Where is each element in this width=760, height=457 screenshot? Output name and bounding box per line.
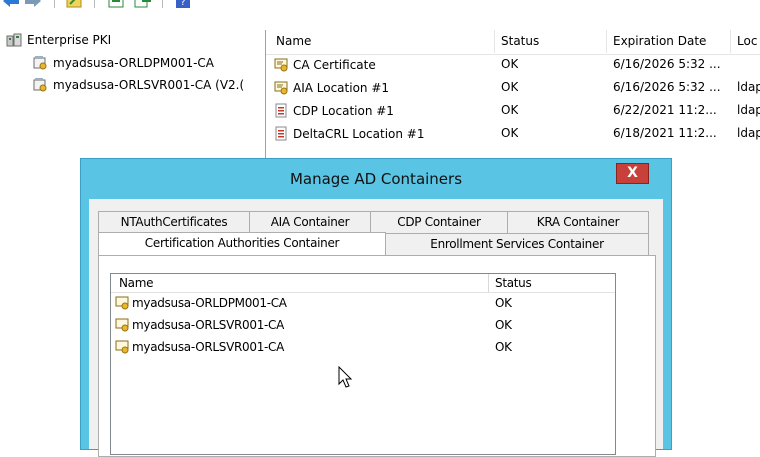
list-header: Name Status Expiration Date Loc: [266, 30, 760, 55]
cell-name: CA Certificate: [274, 57, 492, 72]
column-header-location[interactable]: Loc: [737, 34, 757, 48]
cell-expiration: 6/16/2026 5:32 ...: [613, 80, 721, 94]
list-row[interactable]: DeltaCRL Location #1 OK 6/18/2021 11:2..…: [266, 123, 760, 146]
export-icon[interactable]: [108, 0, 124, 8]
cell-expiration: 6/18/2021 11:2...: [613, 126, 717, 140]
cell-location: ldap: [737, 103, 760, 117]
tree-item-ca[interactable]: myadsusa-ORLDPM001-CA: [32, 55, 214, 71]
svg-text:?: ?: [180, 0, 185, 8]
toolbar: ?: [0, 0, 760, 22]
column-header-name[interactable]: Name: [119, 276, 154, 290]
toolbar-separator: [94, 0, 95, 8]
dialog-title: Manage AD Containers: [289, 170, 463, 188]
toolbar-separator: [54, 0, 55, 8]
tab-kra-container[interactable]: KRA Container: [507, 211, 649, 234]
tree-item-ca[interactable]: myadsusa-ORLSVR001-CA (V2.(: [32, 77, 244, 93]
row-name-text: myadsusa-ORLSVR001-CA: [132, 340, 285, 354]
certificate-icon: [274, 80, 289, 95]
tree-item-enterprise-pki[interactable]: Enterprise PKI: [6, 33, 111, 47]
ca-server-icon: [32, 77, 48, 93]
containers-list-row[interactable]: myadsusa-ORLSVR001-CA OK: [111, 338, 615, 360]
containers-list-header: Name Status: [111, 274, 615, 293]
tab-ntauthcertificates[interactable]: NTAuthCertificates: [98, 211, 250, 234]
row-name-text: myadsusa-ORLDPM001-CA: [132, 296, 287, 310]
help-icon[interactable]: ?: [176, 0, 190, 8]
ca-server-icon: [32, 55, 48, 71]
cell-name: CDP Location #1: [274, 103, 492, 118]
manage-ad-containers-dialog: Manage AD Containers X NTAuthCertificate…: [80, 158, 672, 457]
list-row[interactable]: CA Certificate OK 6/16/2026 5:32 ...: [266, 54, 760, 77]
containers-list[interactable]: Name Status myadsusa-ORLDPM001-CA OK mya…: [110, 273, 616, 455]
cell-name: myadsusa-ORLSVR001-CA: [115, 340, 284, 354]
cell-name: AIA Location #1: [274, 80, 492, 95]
tab-certification-authorities-container[interactable]: Certification Authorities Container: [98, 232, 386, 255]
toolbar-separator: [162, 0, 163, 8]
containers-list-row[interactable]: myadsusa-ORLDPM001-CA OK: [111, 294, 615, 316]
back-arrow-icon[interactable]: [2, 0, 20, 8]
tab-cdp-container[interactable]: CDP Container: [370, 211, 508, 234]
cell-status: OK: [501, 126, 519, 140]
column-header-name[interactable]: Name: [276, 34, 311, 48]
column-header-status[interactable]: Status: [501, 34, 539, 48]
column-divider[interactable]: [730, 30, 731, 53]
refresh-icon[interactable]: [134, 0, 152, 8]
tree-label: myadsusa-ORLDPM001-CA: [53, 56, 215, 70]
row-name-text: CA Certificate: [293, 57, 376, 72]
column-header-status[interactable]: Status: [495, 276, 532, 290]
properties-icon[interactable]: [66, 0, 82, 8]
cell-status: OK: [501, 57, 519, 71]
cell-status: OK: [495, 318, 512, 332]
cell-expiration: 6/16/2026 5:32 ...: [613, 57, 721, 71]
forward-arrow-icon[interactable]: [24, 0, 42, 8]
crl-icon: [274, 126, 289, 141]
tab-aia-container[interactable]: AIA Container: [249, 211, 371, 234]
cell-name: DeltaCRL Location #1: [274, 126, 492, 141]
cell-expiration: 6/22/2021 11:2...: [613, 103, 717, 117]
list-row[interactable]: CDP Location #1 OK 6/22/2021 11:2... lda…: [266, 100, 760, 123]
column-divider[interactable]: [488, 274, 489, 292]
column-divider[interactable]: [494, 30, 495, 53]
cell-status: OK: [495, 340, 512, 354]
certificate-icon: [115, 296, 130, 310]
column-header-expiration[interactable]: Expiration Date: [613, 34, 706, 48]
tree-label: myadsusa-ORLSVR001-CA (V2.(: [53, 78, 245, 92]
close-button[interactable]: X: [616, 163, 649, 184]
tree-label: Enterprise PKI: [27, 33, 112, 47]
cell-status: OK: [501, 80, 519, 94]
column-divider[interactable]: [606, 30, 607, 53]
tab-enrollment-services-container[interactable]: Enrollment Services Container: [385, 233, 649, 256]
certificate-icon: [115, 318, 130, 332]
certificate-icon: [115, 340, 130, 354]
certificate-icon: [274, 57, 289, 72]
row-name-text: myadsusa-ORLSVR001-CA: [132, 318, 285, 332]
row-name-text: AIA Location #1: [293, 80, 390, 95]
crl-icon: [274, 103, 289, 118]
dialog-client-area: NTAuthCertificates AIA Container CDP Con…: [89, 199, 663, 457]
mouse-cursor-icon: [338, 366, 354, 390]
row-name-text: DeltaCRL Location #1: [293, 126, 425, 141]
containers-list-row[interactable]: myadsusa-ORLSVR001-CA OK: [111, 316, 615, 338]
cell-location: ldap: [737, 80, 760, 94]
cell-name: myadsusa-ORLSVR001-CA: [115, 318, 284, 332]
cell-location: ldap: [737, 126, 760, 140]
enterprise-pki-icon: [6, 33, 22, 47]
list-row[interactable]: AIA Location #1 OK 6/16/2026 5:32 ... ld…: [266, 77, 760, 100]
cell-status: OK: [501, 103, 519, 117]
row-name-text: CDP Location #1: [293, 103, 394, 118]
cell-status: OK: [495, 296, 512, 310]
cell-name: myadsusa-ORLDPM001-CA: [115, 296, 287, 310]
